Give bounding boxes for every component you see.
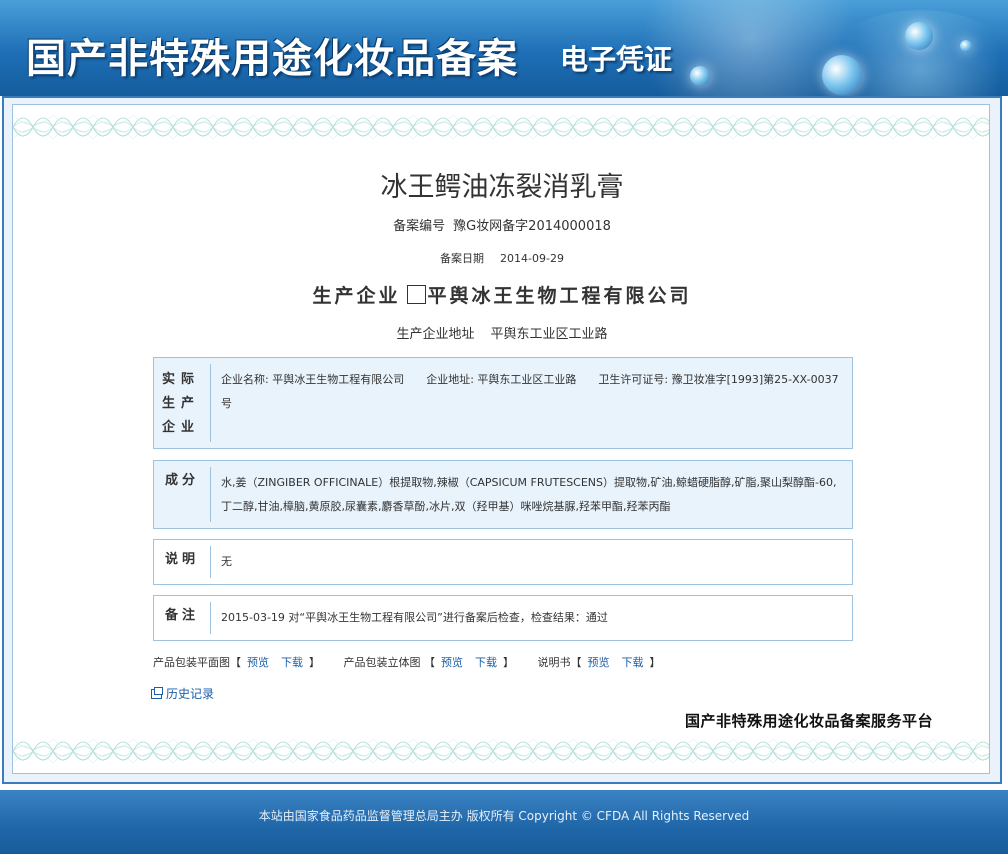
solid-package-label: 产品包装立体图 【 (343, 656, 436, 669)
decorative-bubble (690, 66, 710, 86)
record-number-label: 备案编号 (393, 219, 446, 234)
solid-preview-link[interactable]: 预览 (441, 656, 463, 669)
manual-download-link[interactable]: 下载 (622, 656, 644, 669)
history-label: 历史记录 (166, 687, 215, 701)
producer-value: 平舆冰王生物工程有限公司 (427, 285, 692, 307)
guilloche-border-top (13, 105, 989, 149)
bracket-close: 】 (309, 656, 320, 669)
producer: 生产企业 平舆冰王生物工程有限公司 (13, 281, 989, 308)
checkbox-icon (406, 285, 426, 304)
producer-address: 生产企业地址 平舆东工业区工业路 (13, 323, 989, 342)
record-date-value: 2014-09-29 (500, 252, 564, 265)
header-title: 国产非特殊用途化妆品备案 (26, 35, 518, 82)
manual-preview-link[interactable]: 预览 (588, 656, 610, 669)
platform-name: 国产非特殊用途化妆品备案服务平台 (685, 712, 934, 730)
note-section: 说明 无 (153, 539, 853, 585)
decorative-bubble (822, 55, 862, 95)
producer-label: 生产企业 (312, 285, 401, 307)
note-text: 无 (221, 555, 232, 568)
actual-producer-section: 实际生产企业 企业名称: 平舆冰王生物工程有限公司 企业地址: 平舆东工业区工业路… (153, 357, 853, 449)
ingredients-section: 成分 水,姜（ZINGIBER OFFICINALE）根提取物,辣椒（CAPSI… (153, 460, 853, 529)
record-date-label: 备案日期 (440, 252, 485, 265)
certificate-body: 冰王鳄油冻裂消乳膏 备案编号 豫G妆网备字2014000018 备案日期 2014-… (12, 104, 990, 774)
record-date: 备案日期 2014-09-29 (13, 250, 989, 266)
flat-preview-link[interactable]: 预览 (247, 656, 269, 669)
section-label: 说明 (164, 552, 199, 567)
actual-producer-name: 企业名称: 平舆冰王生物工程有限公司 (221, 373, 405, 386)
decorative-bubble (905, 22, 933, 50)
page-header: 国产非特殊用途化妆品备案 电子凭证 (0, 0, 1008, 96)
record-number: 备案编号 豫G妆网备字2014000018 (13, 215, 989, 234)
product-name: 冰王鳄油冻裂消乳膏 (380, 172, 624, 203)
section-label: 成分 (164, 473, 199, 488)
flat-download-link[interactable]: 下载 (281, 656, 303, 669)
flat-package-group: 产品包装平面图【 预览 下载】 (153, 656, 320, 669)
bracket-close: 】 (503, 656, 514, 669)
window-icon (151, 687, 163, 699)
page-footer: 本站由国家食品药品监督管理总局主办 版权所有 Copyright © CFDA … (0, 790, 1008, 854)
manual-label: 说明书【 (537, 656, 582, 669)
flat-package-label: 产品包装平面图【 (153, 656, 241, 669)
producer-address-value: 平舆东工业区工业路 (490, 327, 608, 342)
decorative-bubble (960, 40, 972, 52)
section-content: 企业名称: 平舆冰王生物工程有限公司 企业地址: 平舆东工业区工业路 卫生许可证号:… (211, 358, 852, 448)
ingredients-text: 水,姜（ZINGIBER OFFICINALE）根提取物,辣椒（CAPSICUM… (221, 476, 837, 513)
header-subtitle: 电子凭证 (560, 43, 673, 76)
section-label: 备注 (164, 608, 199, 623)
producer-address-label: 生产企业地址 (396, 327, 475, 342)
guilloche-border-bottom (13, 729, 989, 773)
remark-text: 2015-03-19 对“平舆冰王生物工程有限公司”进行备案后检查，检查结果：通… (221, 611, 608, 624)
history-link[interactable]: 历史记录 (151, 685, 214, 702)
manual-group: 说明书【 预览 下载】 (538, 656, 661, 669)
solid-package-group: 产品包装立体图 【预览 下载】 (344, 656, 515, 669)
solid-download-link[interactable]: 下载 (475, 656, 497, 669)
section-label: 实际生产企业 (162, 372, 201, 435)
bracket-close: 】 (649, 656, 661, 669)
footer-copyright: 本站由国家食品药品监督管理总局主办 版权所有 Copyright © CFDA … (258, 809, 750, 823)
attachment-links: 产品包装平面图【 预览 下载】 产品包装立体图 【预览 下载】 说明书【 预览 下载】 (153, 654, 681, 670)
remark-section: 备注 2015-03-19 对“平舆冰王生物工程有限公司”进行备案后检查，检查结… (153, 595, 853, 641)
record-number-value: 豫G妆网备字2014000018 (453, 219, 611, 234)
actual-producer-address: 企业地址: 平舆东工业区工业路 (426, 373, 577, 386)
